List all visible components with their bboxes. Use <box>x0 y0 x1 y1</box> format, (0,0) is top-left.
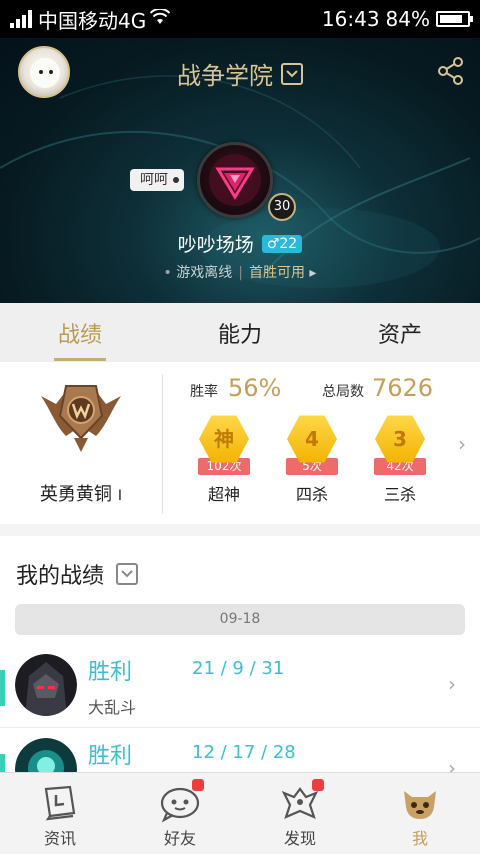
notification-badge <box>192 779 204 791</box>
stats-card: 英勇黄铜 I 胜率 56% 总局数 7626 神 102次 超神 4 5次 四杀 … <box>0 362 480 524</box>
nav-friends[interactable]: 好友 <box>120 773 240 854</box>
profile-tabs: 战绩 能力 资产 <box>0 303 480 362</box>
tab-ability[interactable]: 能力 <box>160 317 320 349</box>
tab-assets[interactable]: 资产 <box>320 317 480 349</box>
match-row[interactable]: 胜利 12 / 17 / 28 › <box>0 728 480 772</box>
bronze-rank-emblem <box>41 385 121 452</box>
tab-record[interactable]: 战绩 <box>0 317 160 361</box>
legendary-medal-icon: 神 <box>199 415 249 463</box>
me-icon <box>404 791 436 819</box>
win-indicator <box>0 754 5 772</box>
match-row[interactable]: 胜利 21 / 9 / 31 大乱斗 › <box>0 644 480 728</box>
winrate-label: 胜率 <box>190 384 218 400</box>
rank-name: 英勇黄铜 I <box>0 480 162 506</box>
nav-news[interactable]: 资讯 <box>0 773 120 854</box>
rank-tier: I <box>117 488 123 504</box>
news-book-icon <box>44 785 76 821</box>
game-status: 游戏离线 <box>176 265 233 281</box>
battery-text: 84% <box>385 7 430 31</box>
medal-triple-kill[interactable]: 3 42次 三杀 <box>360 414 440 509</box>
player-name: 吵吵场场 <box>177 234 254 256</box>
chevron-right-icon[interactable]: › <box>458 432 466 456</box>
clock-text: 16:43 <box>321 7 380 31</box>
bottom-navigation: 资讯 好友 发现 我 <box>0 772 480 854</box>
profile-header: 战争学院 呵呵 30 吵吵场场 ♂22 • 游戏离线 | 首胜可用 ▸ <box>0 38 480 303</box>
date-separator: 09-18 <box>15 604 465 635</box>
wifi-icon <box>150 7 171 30</box>
signal-icon <box>10 10 32 28</box>
total-games-stat: 总局数 7626 <box>322 374 433 402</box>
battery-icon <box>436 11 473 27</box>
match-kda: 12 / 17 / 28 <box>192 742 296 763</box>
total-games-value: 7626 <box>372 374 434 402</box>
records-title: 我的战绩 <box>16 564 105 589</box>
total-games-label: 总局数 <box>322 384 364 400</box>
share-icon[interactable] <box>436 56 466 86</box>
nickname-tag[interactable]: 呵呵 <box>130 169 184 191</box>
medal-label: 四杀 <box>295 485 328 504</box>
online-status: • 游戏离线 | 首胜可用 ▸ <box>163 265 317 281</box>
server-name: 战争学院 <box>177 62 273 90</box>
quadra-kill-medal-icon: 4 <box>287 415 337 463</box>
winrate-stat: 胜率 56% <box>190 374 281 402</box>
first-win-status[interactable]: 首胜可用 <box>249 265 305 281</box>
medal-legendary[interactable]: 神 102次 超神 <box>184 414 264 509</box>
medal-label: 超神 <box>207 485 240 504</box>
notification-badge <box>312 779 324 791</box>
chevron-right-icon: › <box>448 756 456 772</box>
match-result: 胜利 <box>88 744 133 769</box>
chevron-down-icon <box>281 62 303 85</box>
champion-portrait <box>15 738 77 772</box>
triple-kill-medal-icon: 3 <box>375 415 425 463</box>
rank-section[interactable]: 英勇黄铜 I <box>0 362 162 524</box>
nav-label: 发现 <box>283 829 316 848</box>
nav-label: 资讯 <box>43 829 76 848</box>
win-indicator <box>0 670 5 706</box>
match-kda: 21 / 9 / 31 <box>192 658 285 679</box>
records-header[interactable]: 我的战绩 <box>16 558 139 590</box>
carrier-text: 中国移动4G <box>38 8 147 33</box>
chevron-right-icon: › <box>448 672 456 696</box>
rank-title: 英勇黄铜 <box>39 484 112 505</box>
medal-label: 三杀 <box>383 485 416 504</box>
medal-quadra-kill[interactable]: 4 5次 四杀 <box>272 414 352 509</box>
nav-label: 好友 <box>163 829 196 848</box>
winrate-value: 56% <box>228 374 282 402</box>
nav-me[interactable]: 我 <box>360 773 480 854</box>
server-selector[interactable]: 战争学院 <box>0 56 480 91</box>
status-bar: 中国移动4G 16:43 84% <box>0 0 480 38</box>
player-name-row: 吵吵场场 ♂22 <box>0 230 480 257</box>
level-badge: 30 <box>268 193 296 221</box>
gender-age-badge: ♂22 <box>261 234 303 253</box>
records-section: 我的战绩 09-18 胜利 21 / 9 / 31 大乱斗 › 胜利 12 / … <box>0 536 480 772</box>
divider <box>162 374 163 514</box>
nav-label: 我 <box>411 829 428 848</box>
champion-portrait <box>15 654 77 716</box>
match-mode: 大乱斗 <box>88 698 137 717</box>
nav-discover[interactable]: 发现 <box>240 773 360 854</box>
summoner-emblem <box>197 142 273 218</box>
chevron-down-icon <box>116 563 139 585</box>
match-result: 胜利 <box>88 660 133 685</box>
